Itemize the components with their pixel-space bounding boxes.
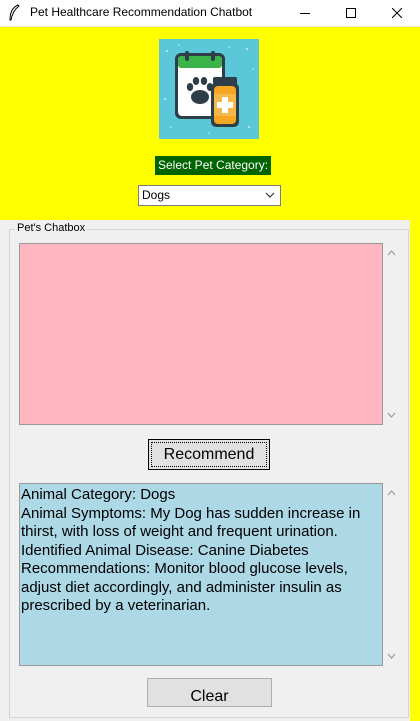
input-scrollbar[interactable] <box>383 243 400 425</box>
chevron-down-icon <box>265 192 275 198</box>
recommend-button[interactable]: Recommend <box>148 439 270 470</box>
close-button[interactable] <box>374 0 420 26</box>
scroll-up-icon[interactable] <box>386 249 397 257</box>
output-line: Animal Category: Dogs <box>21 486 176 503</box>
scroll-down-icon[interactable] <box>386 411 397 419</box>
output-line: thirst, with loss of weight and frequent… <box>21 523 338 540</box>
maximize-button[interactable] <box>328 0 374 26</box>
selected-category: Dogs <box>142 188 171 202</box>
category-label: Select Pet Category: <box>155 156 272 175</box>
output-line: Recommendations: Monitor blood glucose l… <box>21 560 348 577</box>
recommendation-output[interactable]: Animal Category: Dogs Animal Symptoms: M… <box>19 483 383 666</box>
minimize-icon <box>300 13 310 14</box>
chatbox-label: Pet's Chatbox <box>15 222 88 234</box>
feather-icon <box>9 4 20 21</box>
output-scrollbar[interactable] <box>383 483 400 666</box>
chatbox-panel: Pet's Chatbox Recommend Animal Category:… <box>0 220 410 721</box>
scroll-up-icon[interactable] <box>386 489 397 497</box>
maximize-icon <box>346 8 356 18</box>
scroll-down-icon[interactable] <box>386 652 397 660</box>
window-title: Pet Healthcare Recommendation Chatbot <box>30 5 253 19</box>
output-line: adjust diet accordingly, and administer … <box>21 578 342 596</box>
title-bar: Pet Healthcare Recommendation Chatbot <box>0 0 420 27</box>
pet-category-select[interactable]: Dogs <box>138 185 281 206</box>
clear-button[interactable]: Clear <box>147 678 272 707</box>
minimize-button[interactable] <box>282 0 328 26</box>
output-line: Animal Symptoms: My Dog has sudden incre… <box>21 504 361 522</box>
output-line: Identified Animal Disease: Canine Diabet… <box>21 541 309 559</box>
pet-healthcare-logo <box>159 39 259 139</box>
symptom-input[interactable] <box>19 243 383 425</box>
close-icon <box>392 8 402 18</box>
output-line: prescribed by a veterinarian. <box>21 597 211 614</box>
